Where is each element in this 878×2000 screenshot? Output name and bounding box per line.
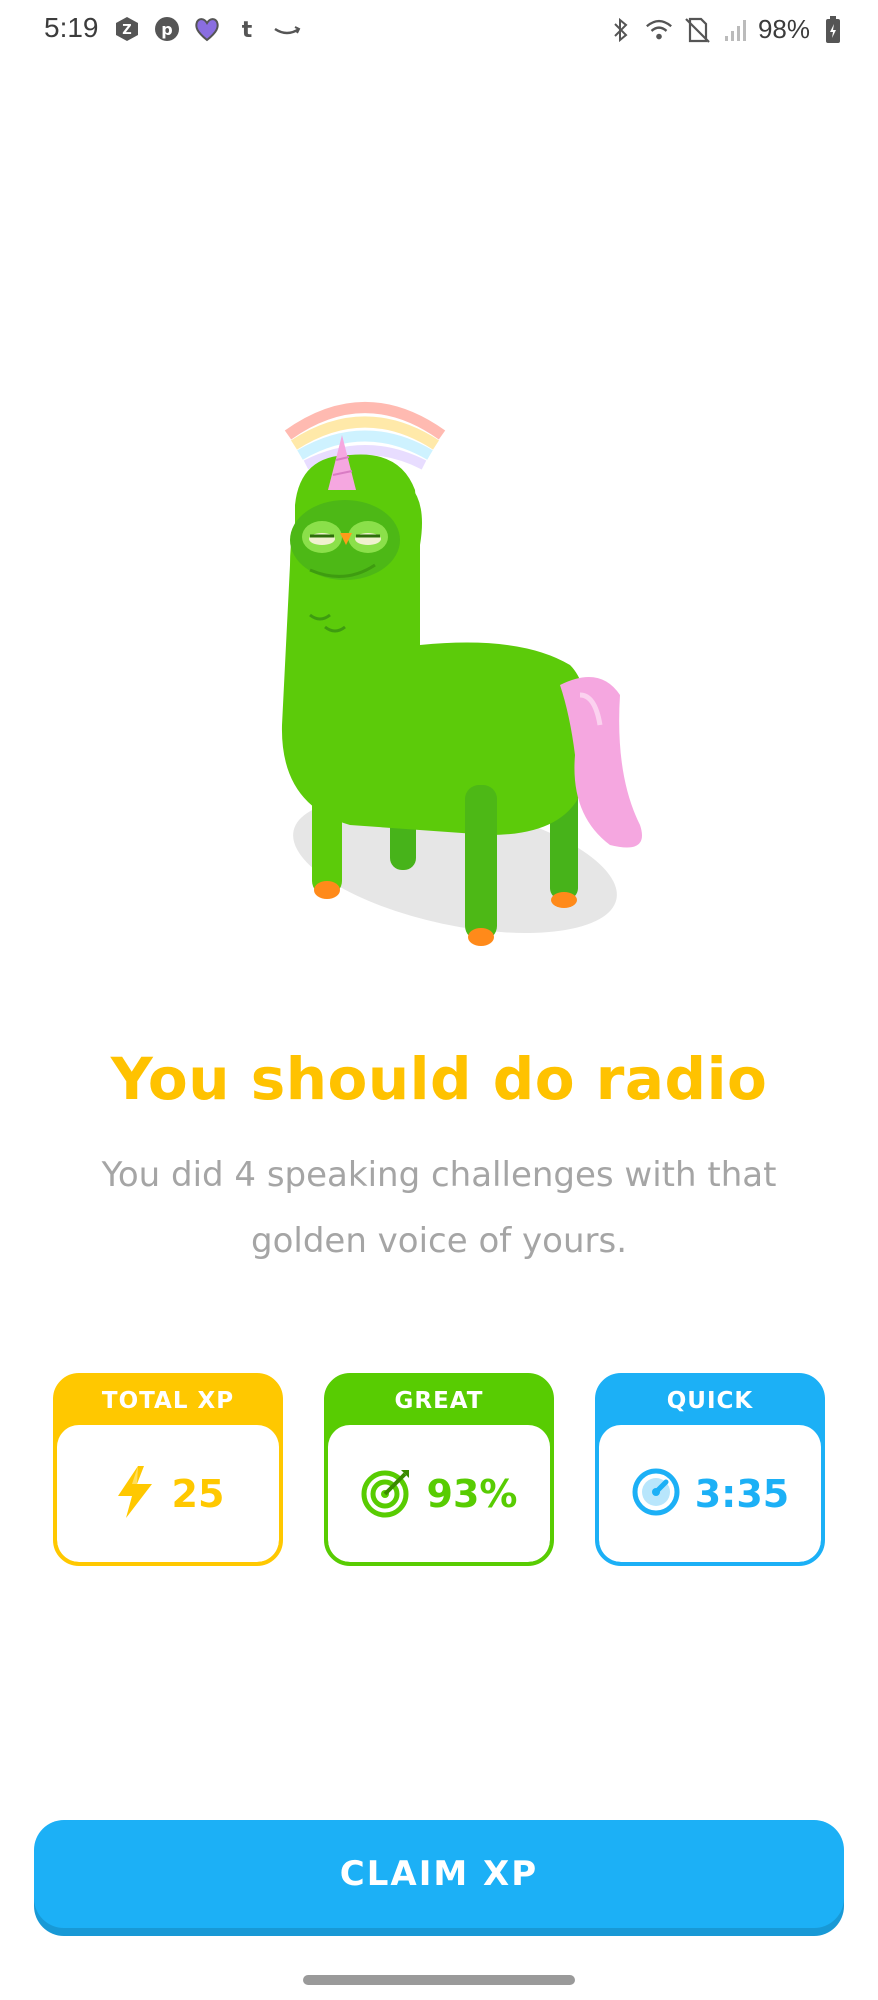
stat-body: 3:35 — [599, 1425, 821, 1562]
lightning-icon — [112, 1464, 158, 1524]
unicorn-owl-illustration — [270, 395, 670, 975]
stat-card-total-xp: TOTAL XP 25 — [53, 1373, 283, 1566]
home-indicator[interactable] — [303, 1975, 575, 1985]
wifi-icon — [644, 15, 674, 45]
claim-xp-button[interactable]: CLAIM XP — [34, 1820, 844, 1928]
stat-label: TOTAL XP — [101, 1388, 235, 1414]
signal-icon — [720, 15, 750, 45]
battery-percent: 98% — [757, 14, 810, 44]
z-icon: Z — [112, 14, 142, 44]
no-sim-icon — [682, 15, 712, 45]
notification-icons: Z p t — [112, 14, 302, 44]
system-icons: 98% — [606, 14, 848, 45]
svg-text:t: t — [242, 18, 253, 43]
status-bar: 5:19 Z p t 98% — [0, 0, 878, 62]
amazon-icon — [272, 14, 302, 44]
stat-card-quick: QUICK 3:35 — [595, 1373, 825, 1566]
stat-value: 93% — [426, 1471, 518, 1516]
status-time: 5:19 — [44, 12, 99, 43]
unicorn-owl-icon — [281, 402, 642, 946]
heart-app-icon — [192, 14, 222, 44]
stat-card-great: GREAT 93% — [324, 1373, 554, 1566]
tumblr-icon: t — [232, 14, 262, 44]
stat-label: GREAT — [394, 1388, 484, 1414]
page-title: You should do radio — [110, 1045, 768, 1113]
svg-text:Z: Z — [122, 23, 131, 38]
stat-value: 25 — [171, 1471, 225, 1516]
stat-label: QUICK — [666, 1388, 754, 1414]
pinterest-icon: p — [152, 14, 182, 44]
target-icon — [361, 1466, 413, 1522]
stopwatch-icon — [631, 1467, 681, 1521]
stat-body: 93% — [328, 1425, 550, 1562]
stat-value: 3:35 — [694, 1471, 790, 1516]
stat-body: 25 — [57, 1425, 279, 1562]
bluetooth-icon — [606, 15, 636, 45]
battery-icon — [818, 15, 848, 45]
svg-text:p: p — [161, 20, 172, 39]
page-subtitle: You did 4 speaking challenges with that … — [101, 1155, 777, 1261]
